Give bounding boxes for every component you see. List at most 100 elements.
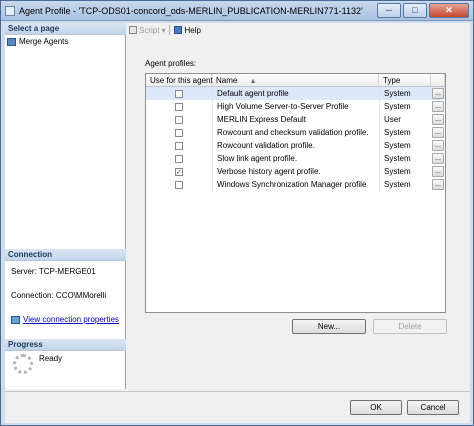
new-button[interactable]: New... xyxy=(292,319,366,334)
progress-spinner-icon xyxy=(13,354,33,374)
profile-type-cell: System xyxy=(379,100,431,113)
cancel-button[interactable]: Cancel xyxy=(407,400,459,415)
profile-properties-button[interactable]: ... xyxy=(432,127,444,138)
help-button[interactable]: Help xyxy=(174,25,201,35)
column-header-type[interactable]: Type xyxy=(379,74,431,86)
row-action-cell: ... xyxy=(431,165,445,178)
server-info: Server: TCP-MERGE01 xyxy=(11,267,96,276)
progress-header: Progress xyxy=(5,339,126,351)
profile-properties-button[interactable]: ... xyxy=(432,153,444,164)
connection-properties-icon xyxy=(11,315,20,324)
profile-name-cell: MERLIN Express Default xyxy=(212,113,379,126)
use-for-agent-checkbox[interactable] xyxy=(175,89,183,98)
use-for-agent-checkbox[interactable] xyxy=(175,180,183,189)
row-action-cell: ... xyxy=(431,139,445,152)
row-action-cell: ... xyxy=(431,152,445,165)
profile-properties-button[interactable]: ... xyxy=(432,114,444,125)
profile-name-cell: High Volume Server-to-Server Profile xyxy=(212,100,379,113)
use-for-agent-checkbox[interactable] xyxy=(175,128,183,137)
use-for-agent-checkbox[interactable]: ✓ xyxy=(175,167,183,176)
server-line: Server: TCP-MERGE01 xyxy=(11,267,96,276)
window-controls: ─ □ ✕ xyxy=(377,3,469,18)
profile-name-cell: Rowcount and checksum validation profile… xyxy=(212,126,379,139)
view-connection-link[interactable]: View connection properties xyxy=(23,315,119,324)
bottom-divider xyxy=(5,391,470,392)
select-page-header: Select a page xyxy=(5,23,126,35)
connection-line: Connection: CCO\MMorelli xyxy=(11,291,107,300)
column-header-name[interactable]: Name ▲ xyxy=(212,74,379,86)
table-row[interactable]: Slow link agent profile. System... xyxy=(146,152,445,165)
use-for-agent-checkbox[interactable] xyxy=(175,154,183,163)
help-label: Help xyxy=(184,25,201,35)
use-for-agent-cell xyxy=(146,100,212,113)
use-for-agent-checkbox[interactable] xyxy=(175,115,183,124)
script-dropdown-icon[interactable]: ▾ xyxy=(161,26,165,35)
profile-properties-button[interactable]: ... xyxy=(432,101,444,112)
table-row[interactable]: Default agent profile System... xyxy=(146,87,445,100)
use-for-agent-cell xyxy=(146,126,212,139)
use-for-agent-cell xyxy=(146,178,212,191)
title-bar[interactable]: Agent Profile - 'TCP-ODS01-concord_ods-M… xyxy=(1,1,473,21)
column-header-name-label: Name xyxy=(216,76,238,85)
minimize-button[interactable]: ─ xyxy=(377,3,401,18)
use-for-agent-cell xyxy=(146,152,212,165)
use-for-agent-checkbox[interactable] xyxy=(175,102,183,111)
table-row[interactable]: MERLIN Express Default User... xyxy=(146,113,445,126)
close-button[interactable]: ✕ xyxy=(429,3,469,18)
row-action-cell: ... xyxy=(431,87,445,100)
row-action-cell: ... xyxy=(431,100,445,113)
table-row[interactable]: Rowcount validation profile. System... xyxy=(146,139,445,152)
maximize-button[interactable]: □ xyxy=(403,3,427,18)
use-for-agent-cell xyxy=(146,87,212,100)
profile-type-cell: System xyxy=(379,126,431,139)
connection-info: Connection: CCO\MMorelli xyxy=(11,291,106,300)
connection-header: Connection xyxy=(5,249,126,261)
profile-properties-button[interactable]: ... xyxy=(432,179,444,190)
left-pane: Select a page Merge Agents Connection Se… xyxy=(5,23,126,389)
window-icon xyxy=(5,5,15,16)
profile-type-cell: System xyxy=(379,178,431,191)
column-header-use[interactable]: Use for this agent xyxy=(146,74,213,86)
profile-name-cell: Slow link agent profile. xyxy=(212,152,379,165)
table-row[interactable]: ✓ Verbose history agent profile. System... xyxy=(146,165,445,178)
progress-status-text: Ready xyxy=(39,354,63,363)
profile-name-cell: Rowcount validation profile. xyxy=(212,139,379,152)
row-action-cell: ... xyxy=(431,178,445,191)
script-icon xyxy=(129,26,137,34)
table-row[interactable]: Windows Synchronization Manager profile S… xyxy=(146,178,445,191)
profile-type-cell: User xyxy=(379,113,431,126)
table-row[interactable]: Rowcount and checksum validation profile… xyxy=(146,126,445,139)
column-header-action xyxy=(431,74,445,86)
profile-name-cell: Default agent profile xyxy=(212,87,379,100)
table-row[interactable]: High Volume Server-to-Server Profile Syst… xyxy=(146,100,445,113)
ok-button[interactable]: OK xyxy=(350,400,402,415)
script-button[interactable]: Script ▾ xyxy=(129,26,165,35)
grid-rows: Default agent profile System... High Volum… xyxy=(146,87,445,191)
agent-profiles-grid[interactable]: Use for this agent Name ▲ Type Default a… xyxy=(145,73,446,313)
script-label: Script xyxy=(139,25,160,35)
delete-button[interactable]: Delete xyxy=(373,319,447,334)
profile-properties-button[interactable]: ... xyxy=(432,140,444,151)
profile-properties-button[interactable]: ... xyxy=(432,88,444,99)
profile-properties-button[interactable]: ... xyxy=(432,166,444,177)
use-for-agent-cell xyxy=(146,113,212,126)
use-for-agent-checkbox[interactable] xyxy=(175,141,183,150)
profile-type-cell: System xyxy=(379,152,431,165)
page-icon xyxy=(7,37,16,46)
row-action-cell: ... xyxy=(431,113,445,126)
profile-name-cell: Verbose history agent profile. xyxy=(212,165,379,178)
use-for-agent-cell: ✓ xyxy=(146,165,212,178)
page-item-merge-agents[interactable]: Merge Agents xyxy=(7,37,68,46)
profile-type-cell: System xyxy=(379,139,431,152)
page-item-label: Merge Agents xyxy=(19,37,69,46)
toolbar: Script ▾ Help xyxy=(127,23,470,37)
help-icon xyxy=(174,26,183,34)
grid-header: Use for this agent Name ▲ Type xyxy=(146,74,445,87)
view-connection-properties[interactable]: View connection properties xyxy=(11,315,119,324)
profile-type-cell: System xyxy=(379,87,431,100)
progress-status: Ready xyxy=(13,354,62,374)
profile-type-cell: System xyxy=(379,165,431,178)
agent-profiles-label: Agent profiles: xyxy=(145,59,197,68)
toolbar-separator xyxy=(169,25,171,35)
window-title: Agent Profile - 'TCP-ODS01-concord_ods-M… xyxy=(19,5,363,16)
